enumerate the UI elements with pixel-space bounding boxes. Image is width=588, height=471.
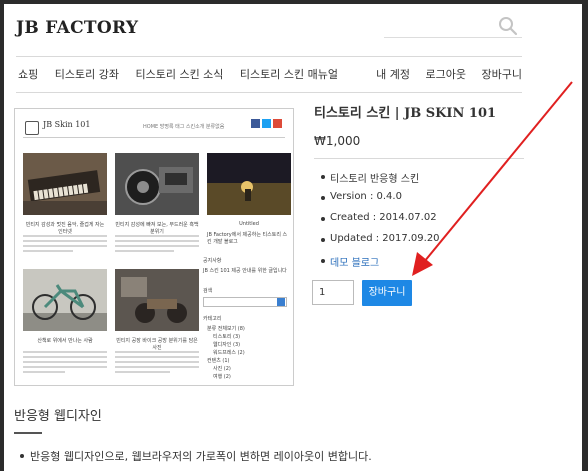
- preview-title: JB Skin 101: [43, 120, 91, 129]
- preview-thumb-workshop: [115, 269, 199, 331]
- nav-skin-manual[interactable]: 티스토리 스킨 매뉴얼: [240, 68, 338, 81]
- preview-text-lines: [115, 351, 199, 376]
- nav-my-account[interactable]: 내 계정: [376, 68, 410, 81]
- preview-caption: 빈티지 공장 바이크 공방 분위기를 담은 사진: [116, 338, 198, 351]
- preview-caption: 산책로 위에서 만나는 사람: [37, 338, 93, 344]
- spec-item: Updated : 2017.09.20: [321, 233, 440, 254]
- search-icon[interactable]: [498, 16, 518, 36]
- nav-shop[interactable]: 쇼핑: [18, 68, 38, 81]
- product-image[interactable]: JB Skin 101 HOME 방명록 태그 스킨소개 분류없음 빈티지 감성…: [14, 108, 294, 386]
- preview-category-item: 웹디자인 (3): [213, 342, 241, 348]
- nav-cart[interactable]: 장바구니: [482, 68, 522, 81]
- preview-sidebar-notice: JB 스킨 101 제공 안내를 위한 글입니다: [203, 268, 287, 274]
- preview-thumb-night: [207, 153, 291, 215]
- preview-logo-icon: [25, 121, 39, 135]
- preview-category-item: 티스토리 (3): [213, 334, 241, 340]
- preview-text-lines: [115, 235, 199, 255]
- section-description: 반응형 웹디자인으로, 웹브라우저의 가로폭이 변하면 레이아웃이 변합니다.: [20, 450, 372, 463]
- facebook-icon: [251, 119, 260, 128]
- preview-search-button: [277, 298, 285, 306]
- preview-caption: 빈티지 감성에 빠져 보는, 부드러운 흑백 분위기: [115, 222, 199, 235]
- twitter-icon: [262, 119, 271, 128]
- preview-thumb-piano: [23, 153, 107, 215]
- product-price: ₩1,000: [314, 134, 361, 148]
- preview-search-box: [203, 297, 287, 307]
- nav-divider: [16, 92, 522, 93]
- nav-tistory-lecture[interactable]: 티스토리 강좌: [55, 68, 119, 81]
- header-divider: [16, 56, 522, 57]
- google-plus-icon: [273, 119, 282, 128]
- preview-thumb-motorcycle: [115, 153, 199, 215]
- product-specs: 티스토리 반응형 스킨 Version : 0.4.0 Created : 20…: [321, 170, 440, 275]
- preview-category-heading: 카테고리: [203, 316, 222, 322]
- preview-category-item: 분류 전체보기 (8): [207, 326, 245, 332]
- preview-sidebar-note: JB Factory에서 제공하는 티스토리 스킨 개발 블로그: [207, 232, 288, 245]
- account-nav: 내 계정 로그아웃 장바구니: [364, 66, 522, 82]
- spec-item: Created : 2014.07.02: [321, 212, 440, 233]
- nav-skin-news[interactable]: 티스토리 스킨 소식: [135, 68, 223, 81]
- preview-search-heading: 검색: [203, 288, 213, 294]
- product-title: 티스토리 스킨 | JB SKIN 101: [314, 106, 497, 121]
- search-input[interactable]: [384, 37, 522, 38]
- preview-text-lines: [23, 351, 107, 376]
- price-divider: [314, 158, 524, 159]
- main-nav: 쇼핑 티스토리 강좌 티스토리 스킨 소식 티스토리 스킨 매뉴얼: [18, 66, 351, 82]
- preview-category-item: 컨텐츠 (1): [207, 358, 230, 364]
- section-underline: [14, 432, 42, 434]
- preview-divider: [23, 137, 285, 138]
- preview-thumb-bicycle: [23, 269, 107, 331]
- demo-blog-link[interactable]: 데모 블로그: [321, 254, 440, 275]
- section-title: 반응형 웹디자인: [14, 409, 102, 424]
- preview-category-item: 여행 (2): [213, 374, 231, 380]
- spec-item: 티스토리 반응형 스킨: [321, 170, 440, 191]
- spec-item: Version : 0.4.0: [321, 191, 440, 212]
- preview-sidebar-heading: 공지사항: [203, 258, 222, 264]
- preview-category-item: 사진 (2): [213, 366, 231, 372]
- nav-logout[interactable]: 로그아웃: [426, 68, 466, 81]
- page: JB FACTORY 쇼핑 티스토리 강좌 티스토리 스킨 소식 티스토리 스킨…: [4, 4, 582, 471]
- preview-text-lines: [23, 235, 107, 255]
- preview-caption: 빈티지 감성과 멋진 음악, 즐겁게 자는 인터넷: [25, 222, 105, 235]
- preview-category-item: 워드프레스 (2): [213, 350, 245, 356]
- site-logo[interactable]: JB FACTORY: [16, 18, 138, 38]
- quantity-input[interactable]: 1: [312, 280, 354, 305]
- add-to-cart-button[interactable]: 장바구니: [362, 280, 412, 306]
- preview-nav: HOME 방명록 태그 스킨소개 분류없음: [143, 124, 225, 130]
- preview-caption: Untitled: [239, 221, 259, 227]
